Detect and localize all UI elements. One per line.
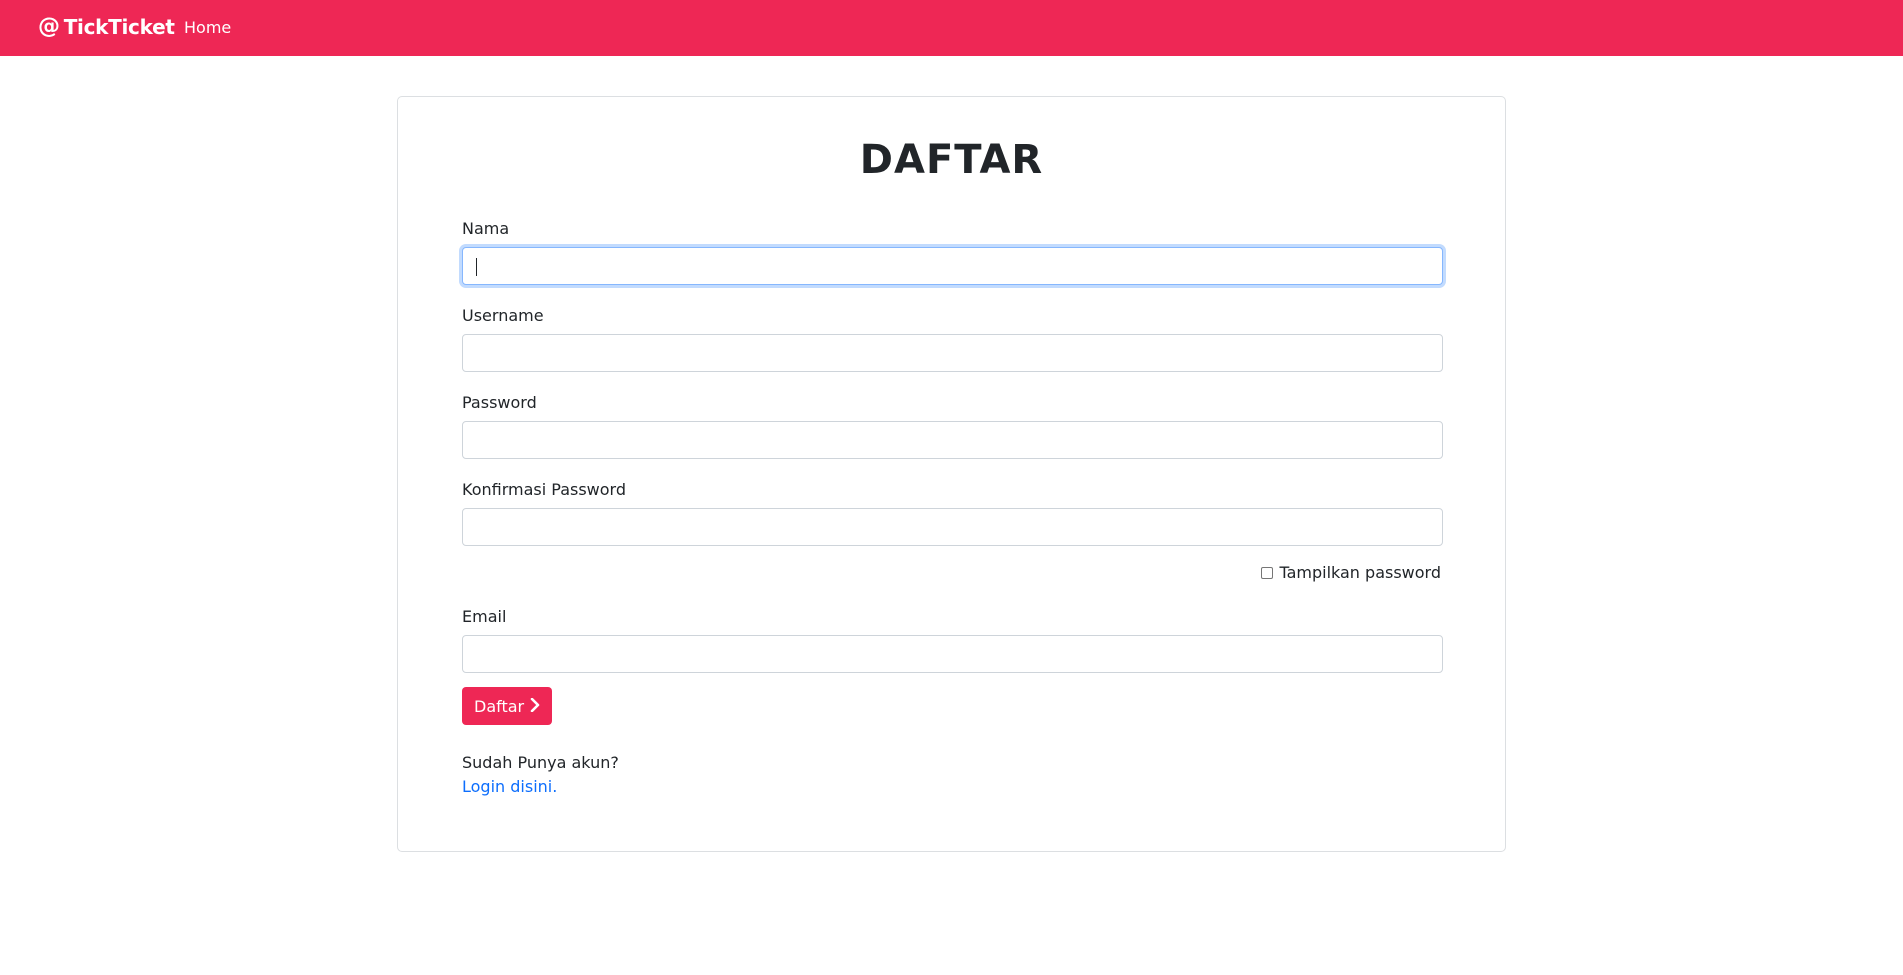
password-label: Password <box>462 393 537 412</box>
top-navbar: @ TickTicket Home <box>0 0 1903 56</box>
at-icon: @ <box>38 14 60 39</box>
submit-daftar-button[interactable]: Daftar <box>462 687 553 725</box>
register-card: DAFTAR Nama Username Password Konfirmasi… <box>397 96 1506 852</box>
chevron-right-icon <box>530 697 540 716</box>
brand-logo[interactable]: @ TickTicket <box>38 14 175 39</box>
text-caret <box>476 258 477 276</box>
email-input[interactable] <box>462 635 1443 673</box>
brand-name: TickTicket <box>63 14 175 39</box>
show-password-label: Tampilkan password <box>1279 563 1441 582</box>
password-input[interactable] <box>462 421 1443 459</box>
login-suffix: . <box>552 777 558 796</box>
submit-label: Daftar <box>474 696 525 716</box>
nama-input[interactable] <box>462 247 1443 285</box>
show-password-checkbox[interactable] <box>1261 566 1274 579</box>
confirm-password-label: Konfirmasi Password <box>462 480 626 499</box>
login-link[interactable]: Login disini <box>462 777 552 796</box>
email-label: Email <box>462 607 507 626</box>
show-password-toggle[interactable]: Tampilkan password <box>1261 563 1441 582</box>
page-title: DAFTAR <box>859 137 1044 183</box>
confirm-password-input[interactable] <box>462 508 1443 546</box>
username-label: Username <box>462 306 544 325</box>
nama-label: Nama <box>462 219 510 238</box>
login-prompt: Sudah Punya akun? Login disini. <box>462 751 619 799</box>
have-account-text: Sudah Punya akun? <box>462 753 619 772</box>
username-input[interactable] <box>462 334 1443 372</box>
nav-home-link[interactable]: Home <box>184 18 231 37</box>
